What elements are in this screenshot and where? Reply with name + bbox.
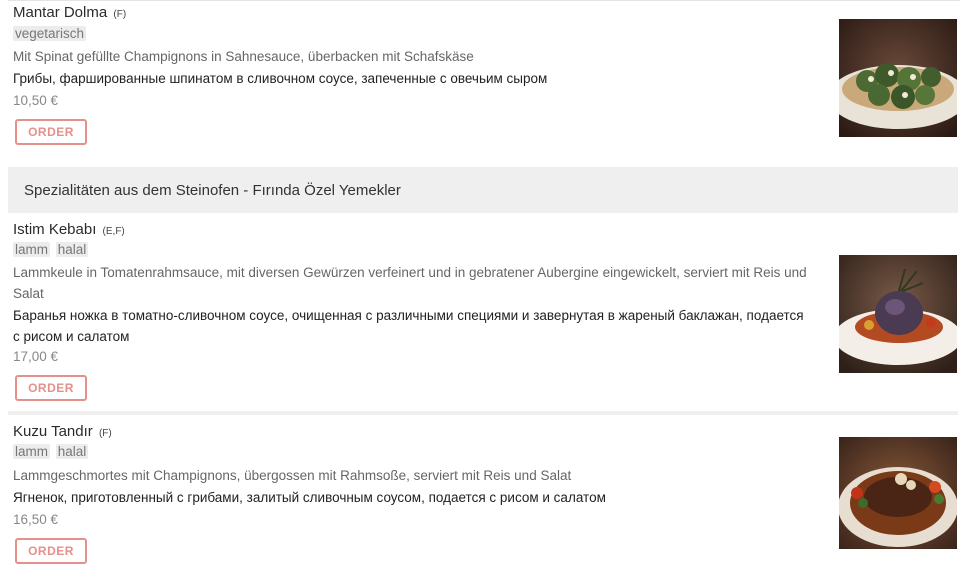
menu-item-kuzu-tandir: Kuzu Tandır (F) lamm halal Lammgeschmort… (8, 415, 960, 564)
item-title-text: Mantar Dolma (13, 4, 108, 21)
item-tags: vegetarisch (13, 26, 88, 41)
item-tags: lamm halal (13, 242, 90, 257)
item-title: Istim Kebabı (E,F) (13, 221, 125, 238)
menu-item-istim-kebabi: Istim Kebabı (E,F) lamm halal Lammkeule … (8, 213, 960, 413)
section-header: Spezialitäten aus dem Steinofen - Fırınd… (8, 167, 958, 213)
item-description-de: Lammgeschmortes mit Champignons, übergos… (13, 468, 572, 483)
allergen-codes: (F) (113, 9, 127, 20)
tag: lamm (13, 444, 50, 459)
order-button[interactable]: ORDER (15, 119, 87, 145)
item-price: 17,00 € (13, 349, 59, 364)
kuzu-tandir-photo (839, 437, 957, 549)
item-price: 10,50 € (13, 93, 59, 108)
order-button[interactable]: ORDER (15, 375, 87, 401)
item-description-ru: Ягненок, приготовленный с грибами, залит… (13, 490, 606, 505)
menu-item-mantar-dolma: Mantar Dolma (F) vegetarisch Mit Spinat … (8, 0, 960, 160)
item-title: Kuzu Tandır (F) (13, 423, 112, 440)
item-description-de: Mit Spinat gefüllte Champignons in Sahne… (13, 49, 474, 64)
tag: vegetarisch (13, 26, 87, 41)
order-button[interactable]: ORDER (15, 538, 87, 564)
istim-kebabi-photo (839, 255, 957, 373)
mantar-dolma-photo (839, 19, 957, 137)
section-title: Spezialitäten aus dem Steinofen - Fırınd… (24, 181, 401, 199)
item-description-de: Lammkeule in Tomatenrahmsauce, mit diver… (13, 265, 807, 301)
allergen-codes: (E,F) (102, 226, 125, 237)
item-title-text: Istim Kebabı (13, 221, 97, 238)
tag: halal (55, 444, 89, 459)
tag: lamm (13, 242, 50, 257)
item-title: Mantar Dolma (F) (13, 4, 126, 21)
item-price: 16,50 € (13, 512, 59, 527)
allergen-codes: (F) (98, 428, 112, 439)
item-description-ru: Баранья ножка в томатно-сливочном соусе,… (13, 308, 804, 344)
tag: halal (55, 242, 89, 257)
item-tags: lamm halal (13, 444, 90, 459)
item-title-text: Kuzu Tandır (13, 423, 93, 440)
item-description-ru: Грибы, фаршированные шпинатом в сливочно… (13, 71, 548, 86)
